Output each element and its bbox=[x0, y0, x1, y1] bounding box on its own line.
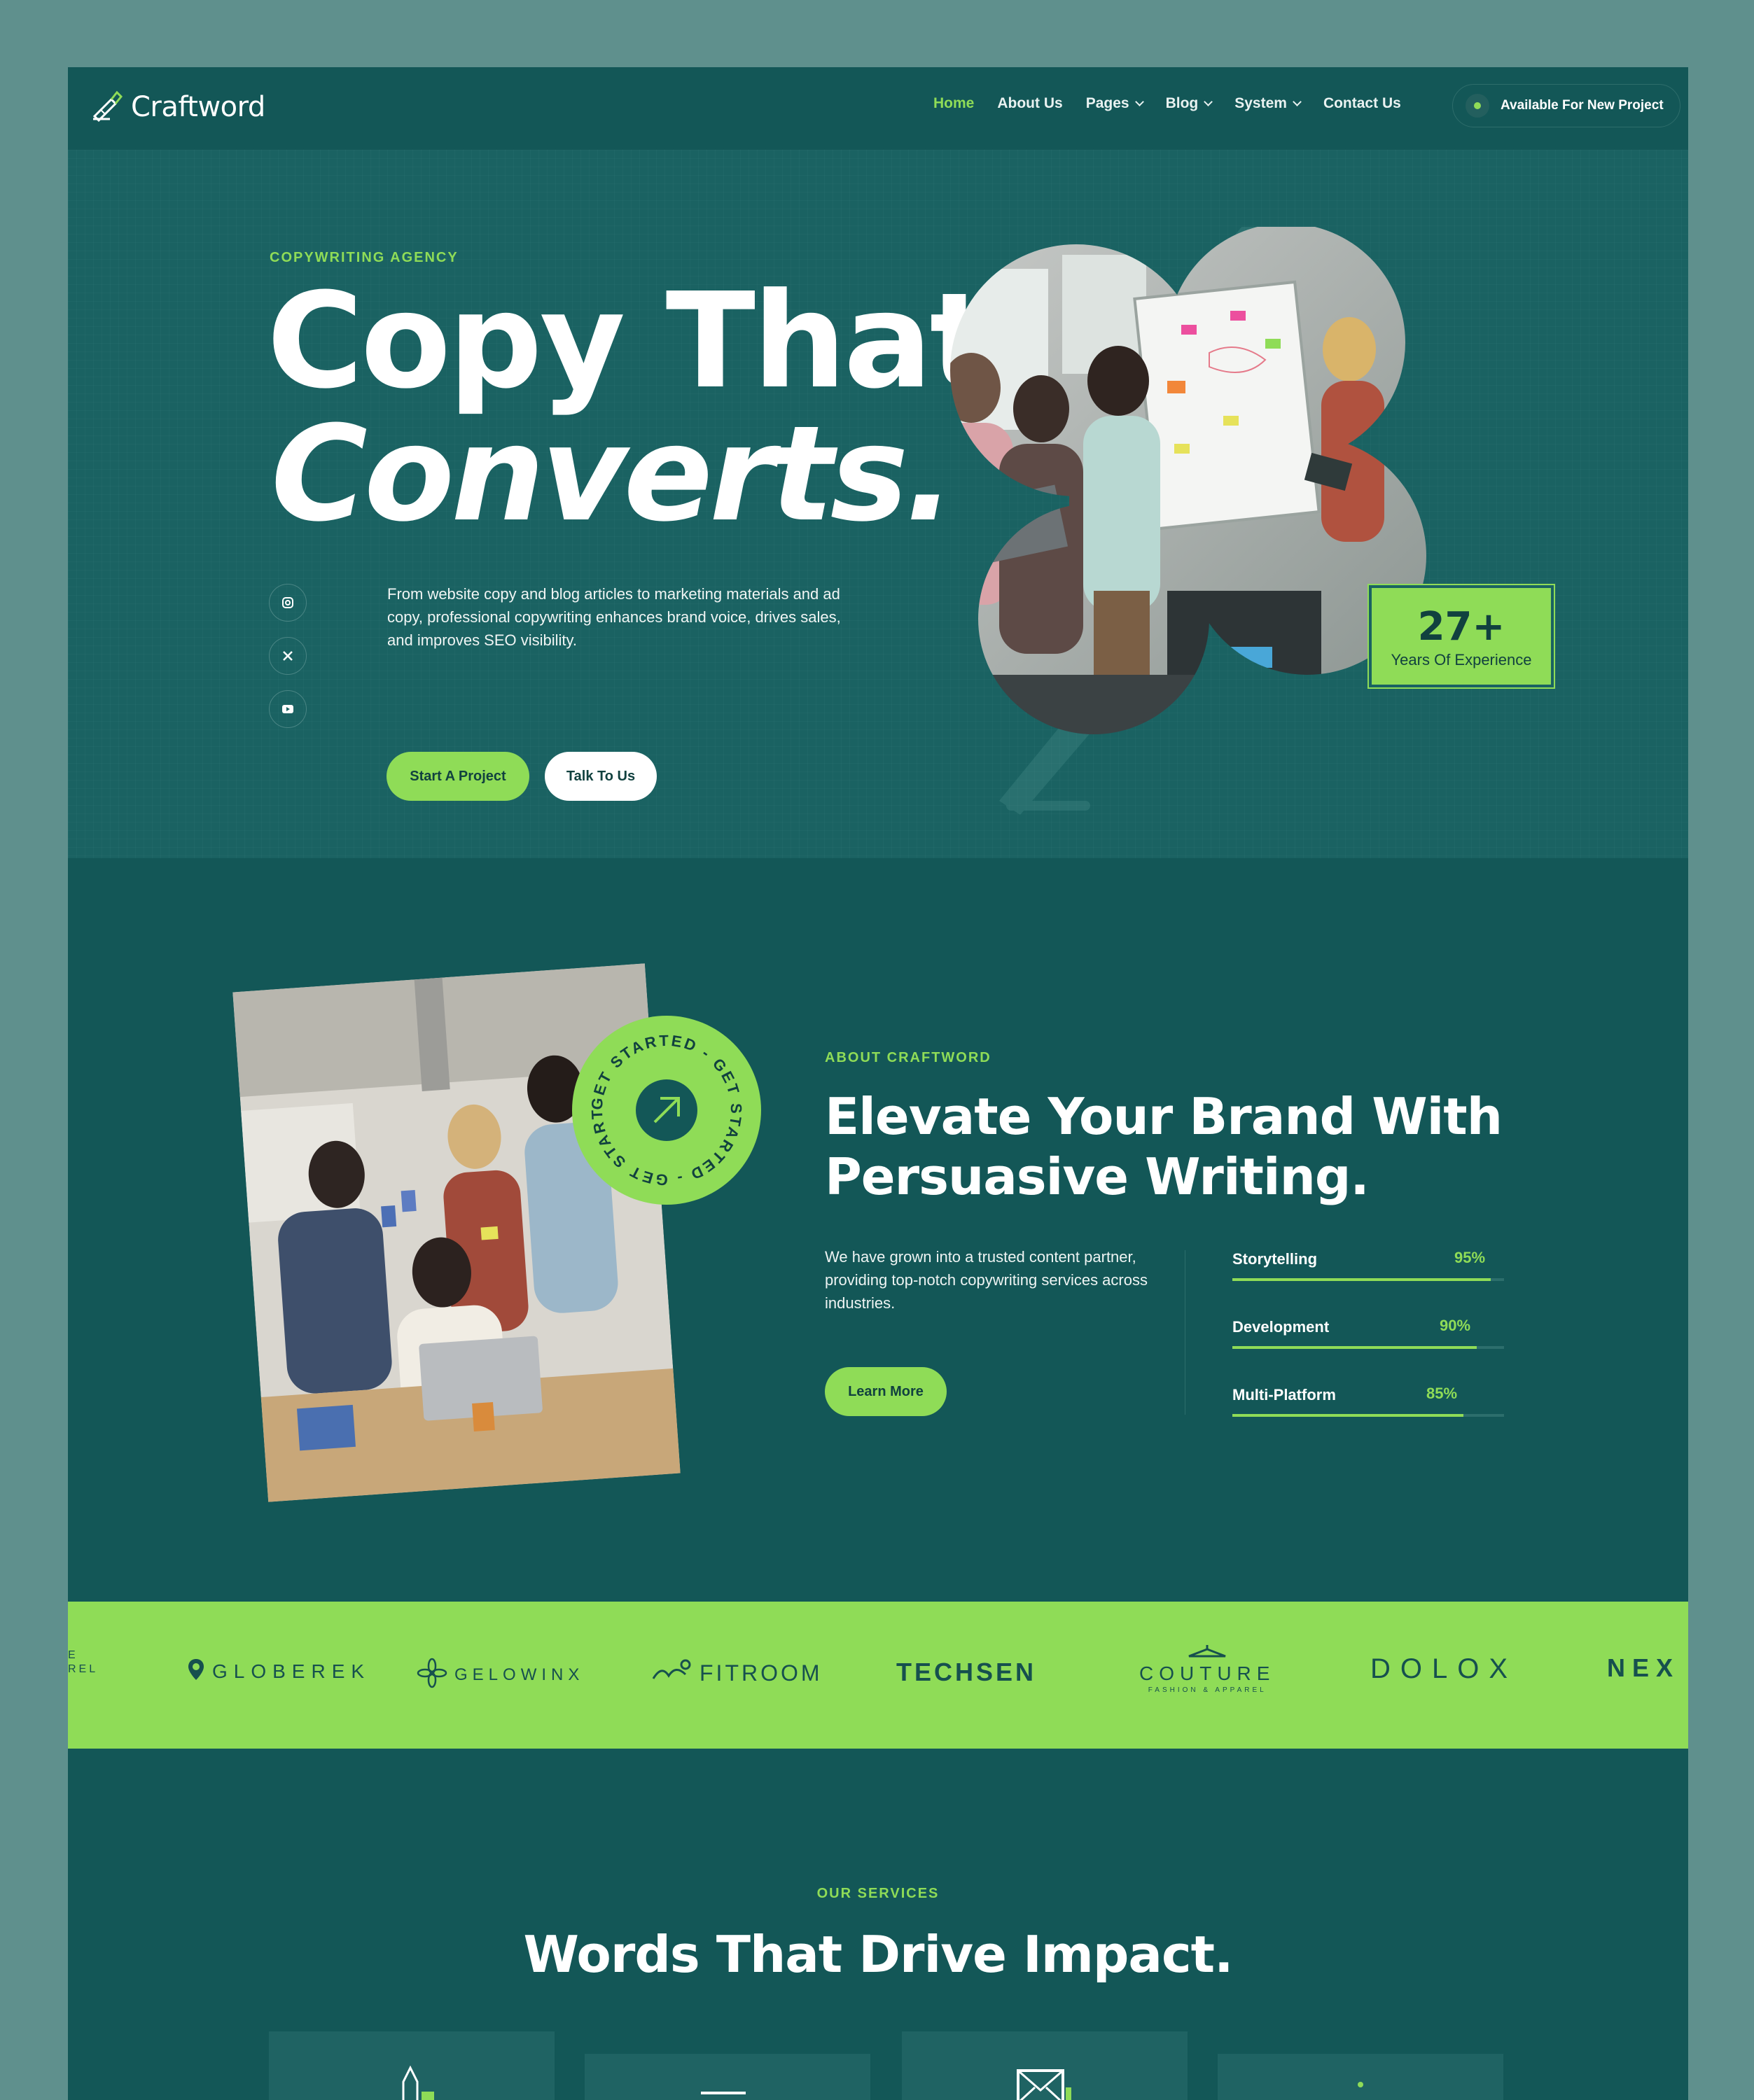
service-card[interactable] bbox=[585, 2054, 870, 2100]
get-started-badge[interactable]: GET STARTED - GET STARTED - GET STARTED … bbox=[566, 1002, 761, 1205]
experience-badge: 27+ Years Of Experience bbox=[1367, 584, 1555, 689]
brand-name: Craftword bbox=[131, 90, 265, 123]
hero-description: From website copy and blog articles to m… bbox=[387, 585, 841, 649]
services-eyebrow: OUR SERVICES bbox=[816, 1886, 940, 1901]
nav-system[interactable]: System bbox=[1234, 95, 1302, 112]
nav-home-label: Home bbox=[933, 95, 975, 111]
logo-text: FITROOM bbox=[699, 1660, 823, 1686]
availability-pill[interactable]: Available For New Project bbox=[1452, 84, 1680, 127]
start-project-button[interactable]: Start A Project bbox=[387, 752, 529, 801]
client-logo-globerek: GLOBEREK bbox=[187, 1658, 370, 1685]
top-nav: Craftword Home About Us Pages Blog Syste… bbox=[68, 67, 1688, 150]
skill-fill bbox=[1232, 1414, 1463, 1417]
skill-track bbox=[1232, 1278, 1504, 1281]
skill-percent: 85% bbox=[1426, 1385, 1458, 1402]
client-logo-partial: E REL bbox=[68, 1649, 98, 1676]
logo-text: DOLOX bbox=[1370, 1653, 1518, 1684]
skill-development: Development 90% bbox=[1232, 1317, 1504, 1349]
chevron-down-icon bbox=[1134, 97, 1144, 106]
nav-contact-us-label: Contact Us bbox=[1323, 95, 1401, 111]
youtube-icon bbox=[282, 705, 293, 713]
x-link[interactable] bbox=[269, 637, 307, 675]
logo-text: COUTURE bbox=[1139, 1662, 1276, 1684]
partial-logo-bottom: REL bbox=[68, 1663, 99, 1675]
skill-storytelling: Storytelling 95% bbox=[1232, 1249, 1504, 1281]
skill-fill bbox=[1232, 1278, 1491, 1281]
pen-logo-icon bbox=[90, 88, 124, 125]
chevron-down-icon bbox=[1204, 97, 1213, 106]
logo-text: GELOWINX bbox=[454, 1665, 585, 1684]
skill-name: Storytelling bbox=[1232, 1250, 1318, 1268]
client-logo-techsen: TECHSEN bbox=[896, 1658, 1036, 1687]
nav-blog[interactable]: Blog bbox=[1165, 95, 1213, 112]
main-menu: Home About Us Pages Blog System Contact … bbox=[933, 95, 1401, 112]
instagram-icon bbox=[282, 597, 293, 608]
page: Craftword Home About Us Pages Blog Syste… bbox=[68, 67, 1688, 2100]
logo-text: GLOBEREK bbox=[212, 1660, 371, 1682]
social-links bbox=[269, 584, 307, 728]
services-title: Words That Drive Impact. bbox=[523, 1925, 1234, 1984]
nav-home[interactable]: Home bbox=[933, 95, 974, 112]
hanger-icon bbox=[1186, 1644, 1228, 1661]
hero-section: COPYWRITING AGENCY Copy That Converts. F… bbox=[68, 150, 1688, 858]
youtube-link[interactable] bbox=[269, 690, 307, 728]
logo-text: NEX bbox=[1607, 1653, 1680, 1682]
partial-logo-top: E bbox=[68, 1649, 78, 1661]
runner-icon bbox=[650, 1658, 692, 1689]
service-icon bbox=[1358, 2082, 1363, 2087]
about-eyebrow: ABOUT CRAFTWORD bbox=[825, 1050, 991, 1065]
learn-more-button[interactable]: Learn More bbox=[825, 1367, 947, 1416]
skill-multi-platform: Multi-Platform 85% bbox=[1232, 1385, 1504, 1417]
hero-title-line1: Copy That bbox=[267, 265, 993, 418]
about-title-line1: Elevate Your Brand With bbox=[825, 1087, 1503, 1146]
logo-text: TECHSEN bbox=[896, 1658, 1037, 1686]
document-icon bbox=[701, 2092, 746, 2094]
about-description: We have grown into a trusted content par… bbox=[825, 1248, 1148, 1312]
nav-about-us[interactable]: About Us bbox=[997, 95, 1062, 112]
experience-label: Years Of Experience bbox=[1391, 650, 1532, 668]
client-logo-couture: COUTURE FASHION & APPAREL bbox=[1139, 1644, 1275, 1694]
x-icon bbox=[283, 651, 293, 661]
skill-name: Development bbox=[1232, 1318, 1330, 1336]
about-title-line2: Persuasive Writing. bbox=[825, 1147, 1370, 1206]
flower-icon bbox=[417, 1658, 447, 1692]
skill-percent: 95% bbox=[1454, 1249, 1486, 1266]
instagram-link[interactable] bbox=[269, 584, 307, 622]
hero-team-photo bbox=[950, 227, 1426, 815]
hero-eyebrow: COPYWRITING AGENCY bbox=[270, 250, 459, 265]
nav-about-us-label: About Us bbox=[997, 95, 1063, 111]
service-card[interactable] bbox=[269, 2031, 555, 2100]
writing-tools-icon bbox=[402, 2065, 434, 2100]
nav-blog-label: Blog bbox=[1165, 95, 1199, 111]
logo-tagline: FASHION & APPAREL bbox=[1148, 1686, 1267, 1694]
envelope-icon bbox=[1017, 2069, 1071, 2100]
talk-to-us-button[interactable]: Talk To Us bbox=[545, 752, 657, 801]
brand-logo[interactable]: Craftword bbox=[90, 88, 265, 125]
nav-pages-label: Pages bbox=[1085, 95, 1129, 111]
skill-fill bbox=[1232, 1346, 1477, 1349]
skill-track bbox=[1232, 1346, 1504, 1349]
availability-text: Available For New Project bbox=[1501, 98, 1664, 113]
experience-value: 27+ bbox=[1417, 603, 1505, 650]
about-title: Elevate Your Brand With Persuasive Writi… bbox=[825, 1086, 1503, 1207]
client-logo-fitroom: FITROOM bbox=[650, 1658, 823, 1689]
nav-pages[interactable]: Pages bbox=[1085, 95, 1144, 112]
client-logo-dolox: DOLOX bbox=[1370, 1653, 1517, 1685]
map-pin-icon bbox=[187, 1658, 205, 1685]
service-card[interactable] bbox=[902, 2031, 1188, 2100]
client-logo-nex: NEX bbox=[1607, 1653, 1680, 1683]
skill-track bbox=[1232, 1414, 1504, 1417]
nav-contact-us[interactable]: Contact Us bbox=[1323, 95, 1401, 112]
nav-system-label: System bbox=[1234, 95, 1287, 111]
chevron-down-icon bbox=[1293, 97, 1302, 106]
client-logo-gelowinx: GELOWINX bbox=[417, 1658, 584, 1692]
get-started-ring: GET STARTED - GET STARTED - GET STARTED … bbox=[566, 1002, 744, 1189]
client-logos-band: E REL GLOBEREK GELOWINX FITROOM TECHSEN … bbox=[68, 1602, 1688, 1749]
skill-percent: 90% bbox=[1440, 1317, 1471, 1334]
service-card[interactable] bbox=[1218, 2054, 1503, 2100]
status-dot-icon bbox=[1466, 94, 1489, 118]
hero-title-line2: Converts. bbox=[271, 398, 955, 551]
skill-name: Multi-Platform bbox=[1232, 1386, 1336, 1404]
